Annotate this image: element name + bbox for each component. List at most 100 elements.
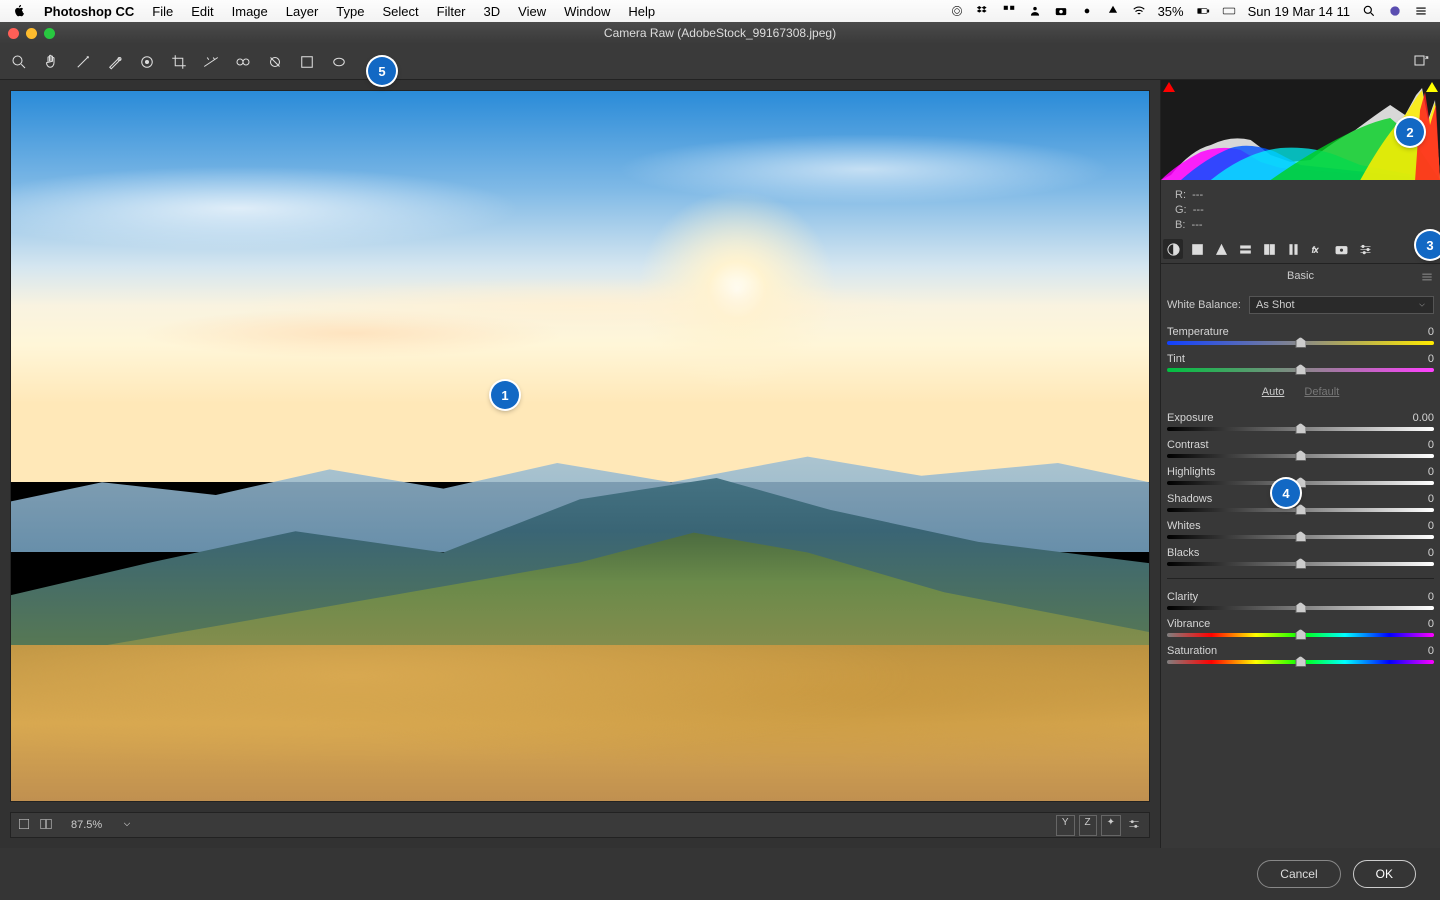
slider-exposure[interactable]: Exposure0.00 bbox=[1167, 412, 1434, 431]
tab-detail-icon[interactable] bbox=[1211, 239, 1231, 259]
callout-3: 3 bbox=[1416, 231, 1440, 259]
before-z-icon[interactable]: Z bbox=[1079, 815, 1097, 836]
canvas-area: 1 87.5% Y Z ✦ bbox=[0, 80, 1160, 848]
slider-whites[interactable]: Whites0 bbox=[1167, 520, 1434, 539]
status-bar: 87.5% Y Z ✦ bbox=[10, 812, 1150, 838]
panel-title: Basic bbox=[1167, 264, 1434, 288]
prefs-icon[interactable] bbox=[1125, 815, 1143, 836]
maximize-window-icon[interactable] bbox=[44, 28, 55, 39]
hand-tool-icon[interactable] bbox=[42, 53, 60, 71]
fullscreen-icon[interactable] bbox=[1412, 53, 1430, 71]
menu-select[interactable]: Select bbox=[382, 4, 418, 19]
gdrive-icon[interactable] bbox=[1106, 4, 1120, 18]
targeted-adjust-icon[interactable] bbox=[138, 53, 156, 71]
traffic-lights[interactable] bbox=[8, 28, 55, 39]
panel-tabs: fx 3 bbox=[1161, 235, 1440, 264]
menu-layer[interactable]: Layer bbox=[286, 4, 319, 19]
slider-blacks[interactable]: Blacks0 bbox=[1167, 547, 1434, 566]
app-name[interactable]: Photoshop CC bbox=[44, 4, 134, 19]
minimize-window-icon[interactable] bbox=[26, 28, 37, 39]
highlight-clip-icon[interactable] bbox=[1426, 82, 1438, 92]
mac-menubar: Photoshop CC File Edit Image Layer Type … bbox=[0, 0, 1440, 22]
radial-filter-icon[interactable] bbox=[330, 53, 348, 71]
default-link[interactable]: Default bbox=[1304, 386, 1339, 398]
person-icon[interactable] bbox=[1028, 4, 1042, 18]
slider-saturation[interactable]: Saturation0 bbox=[1167, 645, 1434, 664]
window-title: Camera Raw (AdobeStock_99167308.jpeg) bbox=[604, 26, 836, 40]
tab-hsl-icon[interactable] bbox=[1235, 239, 1255, 259]
battery-pct: 35% bbox=[1158, 4, 1184, 19]
svg-text:fx: fx bbox=[1311, 245, 1318, 254]
clock[interactable]: Sun 19 Mar 14 11 bbox=[1248, 4, 1350, 19]
menu-view[interactable]: View bbox=[518, 4, 546, 19]
menu-window[interactable]: Window bbox=[564, 4, 610, 19]
wb-tool-icon[interactable] bbox=[74, 53, 92, 71]
apple-icon[interactable] bbox=[12, 4, 26, 18]
zoom-tool-icon[interactable] bbox=[10, 53, 28, 71]
tab-camera-icon[interactable] bbox=[1331, 239, 1351, 259]
color-sampler-icon[interactable] bbox=[106, 53, 124, 71]
wb-select[interactable]: As Shot bbox=[1249, 296, 1434, 314]
tab-presets-icon[interactable] bbox=[1355, 239, 1375, 259]
image-canvas[interactable]: 1 bbox=[10, 90, 1150, 802]
crop-tool-icon[interactable] bbox=[170, 53, 188, 71]
menu-help[interactable]: Help bbox=[628, 4, 655, 19]
camera-icon[interactable] bbox=[1054, 4, 1068, 18]
grad-filter-icon[interactable] bbox=[298, 53, 316, 71]
window-titlebar: Camera Raw (AdobeStock_99167308.jpeg) bbox=[0, 22, 1440, 44]
slider-clarity[interactable]: Clarity0 bbox=[1167, 591, 1434, 610]
cc-icon[interactable] bbox=[950, 4, 964, 18]
menu-type[interactable]: Type bbox=[336, 4, 364, 19]
view-compare-icon[interactable] bbox=[39, 817, 53, 834]
adjustment-panel: 2 R: --- G: --- B: --- fx 3 Basic White … bbox=[1160, 80, 1440, 848]
battery-icon[interactable] bbox=[1196, 4, 1210, 18]
cancel-button[interactable]: Cancel bbox=[1257, 860, 1340, 888]
tab-basic-icon[interactable] bbox=[1163, 239, 1183, 259]
slider-highlights[interactable]: Highlights0 bbox=[1167, 466, 1434, 485]
auto-link[interactable]: Auto bbox=[1262, 386, 1285, 398]
tab-fx-icon[interactable]: fx bbox=[1307, 239, 1327, 259]
slider-contrast[interactable]: Contrast0 bbox=[1167, 439, 1434, 458]
panel-menu-icon[interactable] bbox=[1420, 270, 1434, 287]
histogram[interactable]: 2 bbox=[1161, 80, 1440, 180]
menu-3d[interactable]: 3D bbox=[484, 4, 501, 19]
before-plus-icon[interactable]: ✦ bbox=[1101, 815, 1121, 836]
tab-lens-icon[interactable] bbox=[1283, 239, 1303, 259]
slider-vibrance[interactable]: Vibrance0 bbox=[1167, 618, 1434, 637]
dropbox-icon[interactable] bbox=[976, 4, 990, 18]
callout-2: 2 bbox=[1396, 118, 1424, 146]
slider-shadows[interactable]: Shadows0 bbox=[1167, 493, 1434, 512]
spot-removal-icon[interactable] bbox=[234, 53, 252, 71]
menu-image[interactable]: Image bbox=[232, 4, 268, 19]
menu-filter[interactable]: Filter bbox=[437, 4, 466, 19]
camera-raw-toolbar: 5 bbox=[0, 44, 1440, 80]
callout-4: 4 bbox=[1272, 479, 1300, 507]
callout-1: 1 bbox=[491, 381, 519, 409]
menu-edit[interactable]: Edit bbox=[191, 4, 213, 19]
redeye-tool-icon[interactable] bbox=[266, 53, 284, 71]
before-y-icon[interactable]: Y bbox=[1056, 815, 1075, 836]
notification-icon[interactable] bbox=[1414, 4, 1428, 18]
wb-label: White Balance: bbox=[1167, 299, 1241, 311]
squares-icon[interactable] bbox=[1002, 4, 1016, 18]
keyboard-icon[interactable] bbox=[1222, 4, 1236, 18]
callout-5: 5 bbox=[368, 57, 396, 85]
zoom-level[interactable]: 87.5% bbox=[61, 817, 112, 833]
zoom-dropdown-icon[interactable] bbox=[120, 817, 134, 834]
slider-temperature[interactable]: Temperature0 bbox=[1167, 326, 1434, 345]
wifi-icon[interactable] bbox=[1132, 4, 1146, 18]
siri-icon[interactable] bbox=[1388, 4, 1402, 18]
ok-button[interactable]: OK bbox=[1353, 860, 1416, 888]
tab-split-icon[interactable] bbox=[1259, 239, 1279, 259]
straighten-tool-icon[interactable] bbox=[202, 53, 220, 71]
menu-file[interactable]: File bbox=[152, 4, 173, 19]
rgb-readout: R: --- G: --- B: --- bbox=[1167, 186, 1434, 235]
close-window-icon[interactable] bbox=[8, 28, 19, 39]
footer-bar: Cancel OK bbox=[0, 848, 1440, 900]
spotlight-icon[interactable] bbox=[1362, 4, 1376, 18]
tab-curve-icon[interactable] bbox=[1187, 239, 1207, 259]
view-single-icon[interactable] bbox=[17, 817, 31, 834]
slider-tint[interactable]: Tint0 bbox=[1167, 353, 1434, 372]
shadow-clip-icon[interactable] bbox=[1163, 82, 1175, 92]
indicator-icon[interactable] bbox=[1080, 4, 1094, 18]
